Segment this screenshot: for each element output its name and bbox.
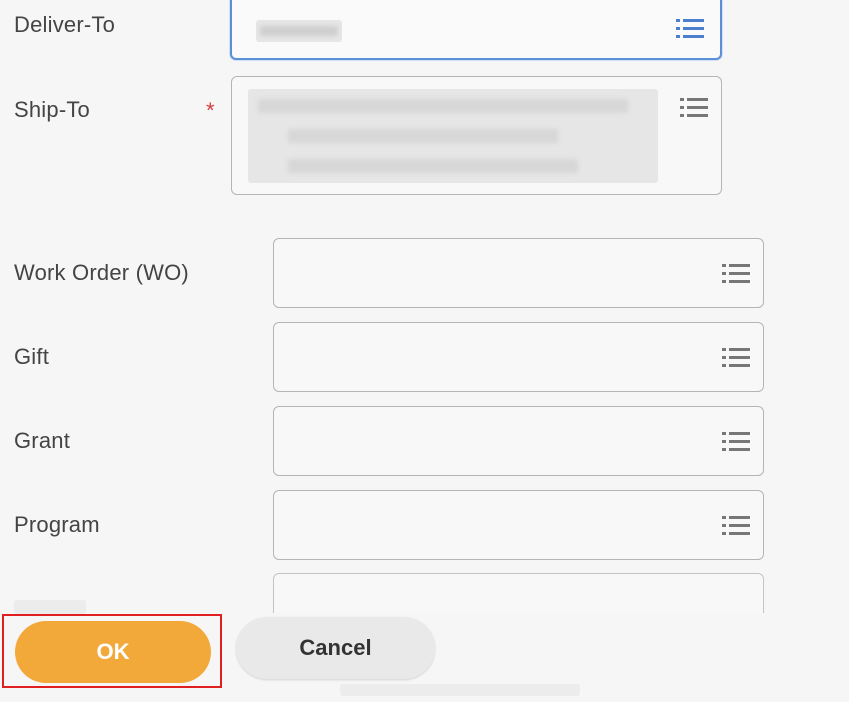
deliver-to-label: Deliver-To [14, 12, 116, 37]
list-prompt-icon[interactable] [680, 97, 708, 119]
grant-label: Grant [14, 428, 71, 453]
footer-shadow-row [340, 684, 580, 696]
deliver-to-selected-value [256, 20, 342, 42]
required-indicator: * [206, 98, 215, 123]
list-prompt-icon[interactable] [722, 431, 750, 453]
work-order-label: Work Order (WO) [14, 260, 189, 285]
gift-label: Gift [14, 344, 50, 369]
work-order-input[interactable] [273, 238, 764, 308]
program-label: Program [14, 512, 100, 537]
program-input[interactable] [273, 490, 764, 560]
list-prompt-icon[interactable] [676, 18, 704, 40]
grant-input[interactable] [273, 406, 764, 476]
ship-to-selected-value [248, 89, 658, 183]
ship-to-label: Ship-To [14, 97, 90, 122]
list-prompt-icon[interactable] [722, 347, 750, 369]
deliver-to-input[interactable] [230, 0, 722, 60]
gift-input[interactable] [273, 322, 764, 392]
ok-button[interactable]: OK [15, 621, 211, 683]
next-field-input-partial[interactable] [273, 573, 764, 613]
next-field-label-partial [14, 600, 86, 614]
cancel-button[interactable]: Cancel [236, 617, 435, 679]
list-prompt-icon[interactable] [722, 263, 750, 285]
ship-to-input[interactable] [231, 76, 722, 195]
list-prompt-icon[interactable] [722, 515, 750, 537]
